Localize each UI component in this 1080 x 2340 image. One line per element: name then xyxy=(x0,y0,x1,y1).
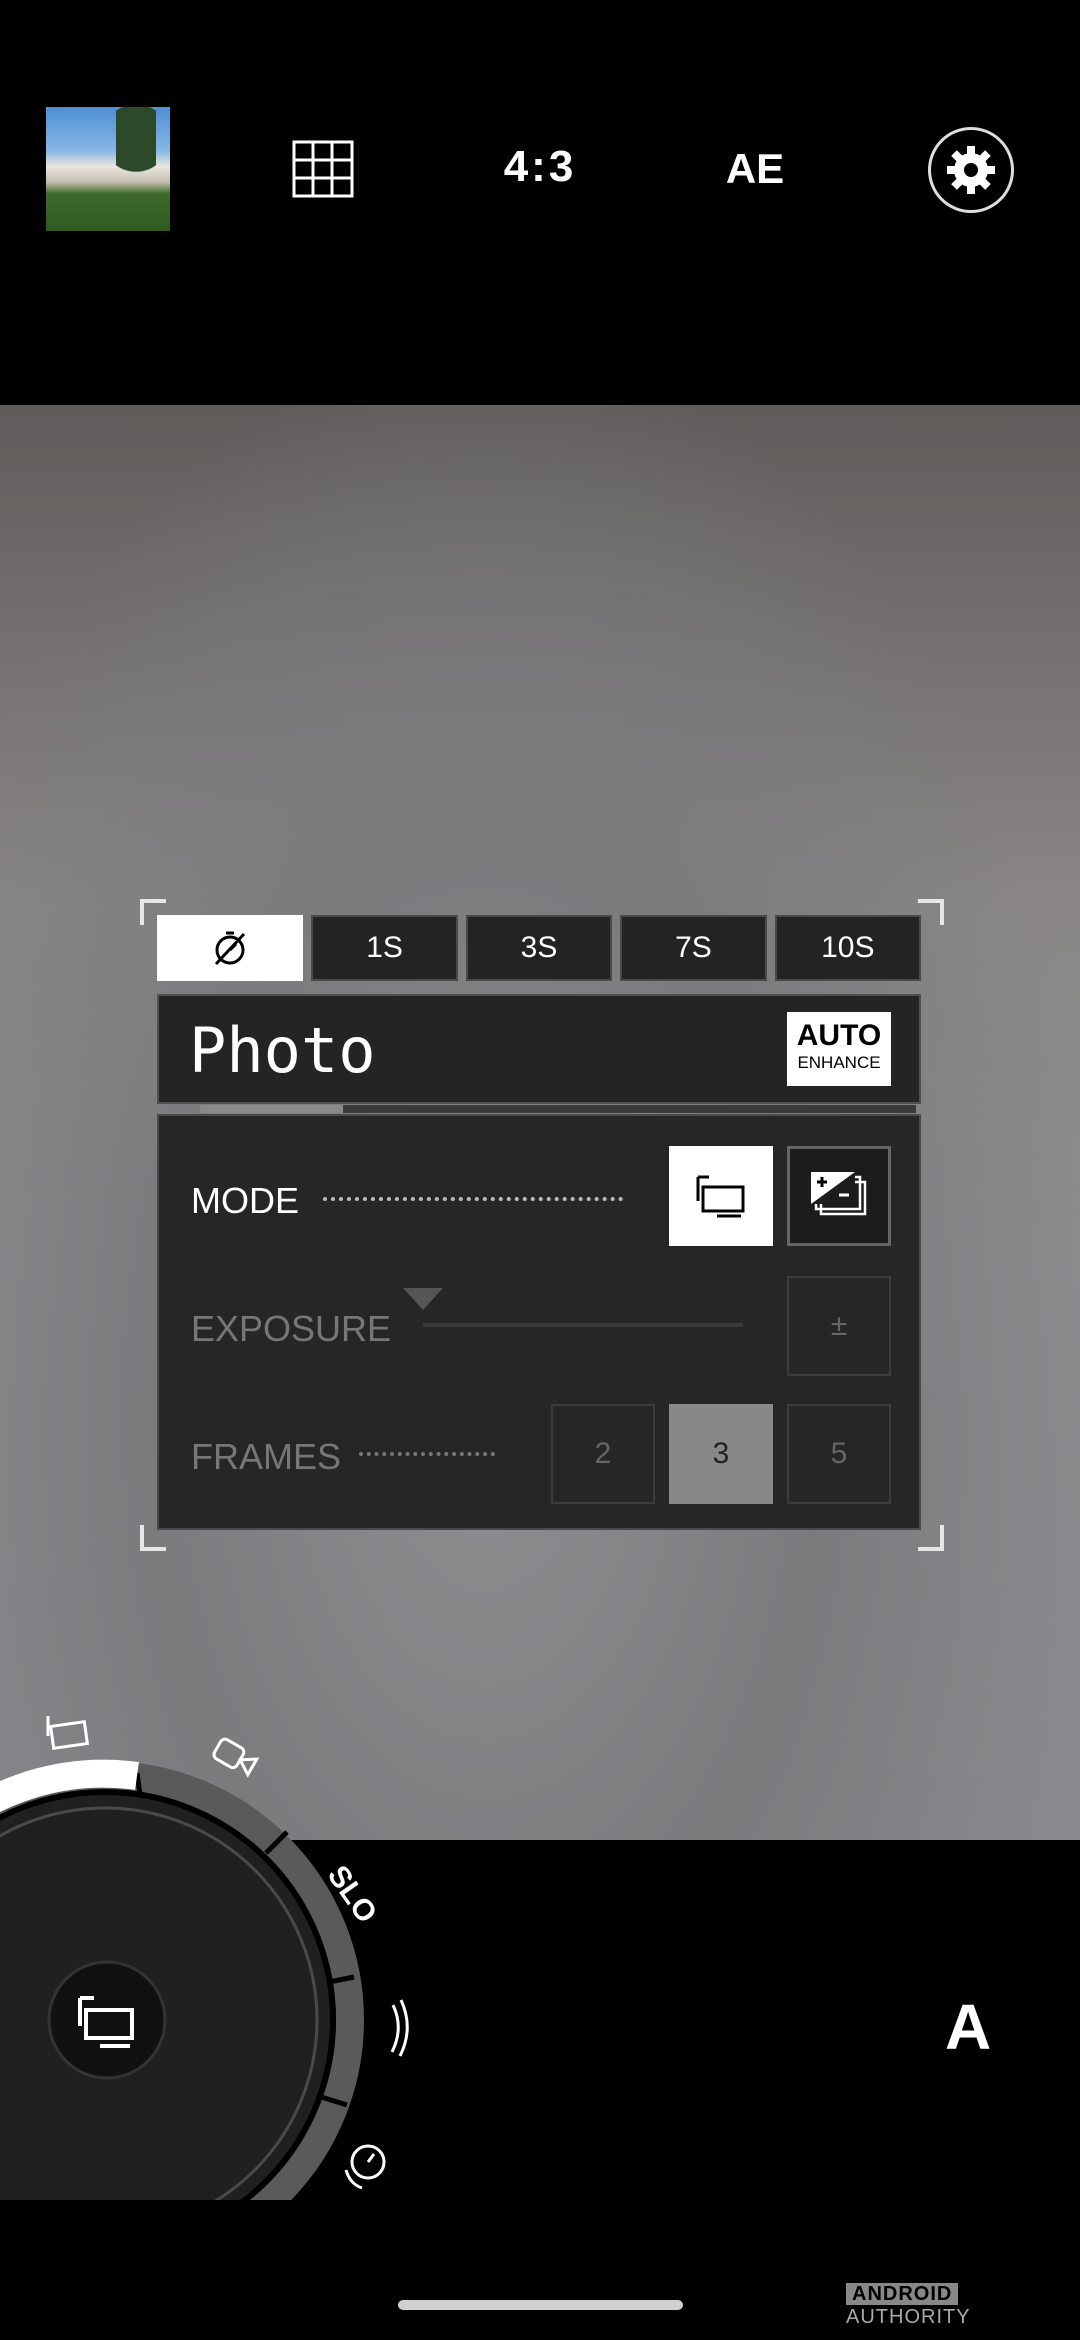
auto-mode-button[interactable]: A xyxy=(945,1990,991,2064)
timer-off-button[interactable] xyxy=(157,915,304,981)
hdr-mode-button[interactable] xyxy=(787,1146,891,1246)
timer-10s-button[interactable]: 10S xyxy=(774,915,922,981)
exposure-slider[interactable] xyxy=(423,1323,743,1327)
home-indicator[interactable] xyxy=(398,2300,683,2310)
mode-progress-bar xyxy=(200,1105,916,1113)
focus-bracket xyxy=(918,899,944,925)
settings-panel: MODE EXPOSURE ± FRAMES 2 3 5 xyxy=(157,1114,921,1530)
photo-mode-dial-icon xyxy=(46,1716,90,1750)
auto-enhance-button[interactable]: AUTO ENHANCE xyxy=(787,1012,891,1086)
mode-title-panel: Photo AUTO ENHANCE xyxy=(157,994,921,1104)
gear-icon xyxy=(947,146,995,194)
settings-button[interactable] xyxy=(928,127,1014,213)
watermark: ANDROID AUTHORITY xyxy=(846,2283,971,2328)
timer-row: 1S 3S 7S 10S xyxy=(157,915,922,981)
auto-enhance-sublabel: ENHANCE xyxy=(797,1053,881,1072)
shutter-button xyxy=(47,1960,167,2080)
timer-1s-button[interactable]: 1S xyxy=(311,915,458,981)
grid-icon[interactable] xyxy=(292,140,354,198)
top-bar: 4:3 AE xyxy=(0,0,1080,405)
frames-dots xyxy=(359,1452,495,1456)
gallery-thumbnail[interactable] xyxy=(46,107,170,231)
ae-button[interactable]: AE xyxy=(715,145,795,193)
frames-3-button[interactable]: 3 xyxy=(669,1404,773,1504)
timer-off-icon xyxy=(215,931,246,966)
mode-label: MODE xyxy=(191,1180,299,1221)
exposure-compensation-button[interactable]: ± xyxy=(787,1276,891,1376)
motion-mode-icon xyxy=(390,1999,409,2057)
progress-fill xyxy=(200,1105,344,1113)
frames-5-button[interactable]: 5 xyxy=(787,1404,891,1504)
exposure-marker[interactable] xyxy=(403,1288,443,1310)
timer-3s-button[interactable]: 3S xyxy=(465,915,613,981)
frames-label: FRAMES xyxy=(191,1436,342,1477)
photo-mode-icon xyxy=(696,1175,745,1218)
time-lapse-icon xyxy=(344,2144,386,2190)
mode-dial[interactable]: SLO xyxy=(0,1700,500,2200)
auto-enhance-label: AUTO xyxy=(796,1019,882,1052)
mode-dots xyxy=(323,1197,623,1201)
focus-bracket xyxy=(918,1525,944,1551)
exposure-label: EXPOSURE xyxy=(191,1308,392,1349)
video-mode-icon xyxy=(212,1737,260,1778)
camera-screen: 4:3 AE 1S 3S 7S 10S Photo AUTO ENHANCE M… xyxy=(0,0,1080,2340)
mode-title: Photo xyxy=(189,1014,376,1087)
hdr-bracket-icon xyxy=(811,1172,867,1216)
frames-2-button[interactable]: 2 xyxy=(551,1404,655,1504)
photo-mode-button[interactable] xyxy=(669,1146,773,1246)
timer-7s-button[interactable]: 7S xyxy=(620,915,767,981)
aspect-ratio-button[interactable]: 4:3 xyxy=(490,142,590,192)
